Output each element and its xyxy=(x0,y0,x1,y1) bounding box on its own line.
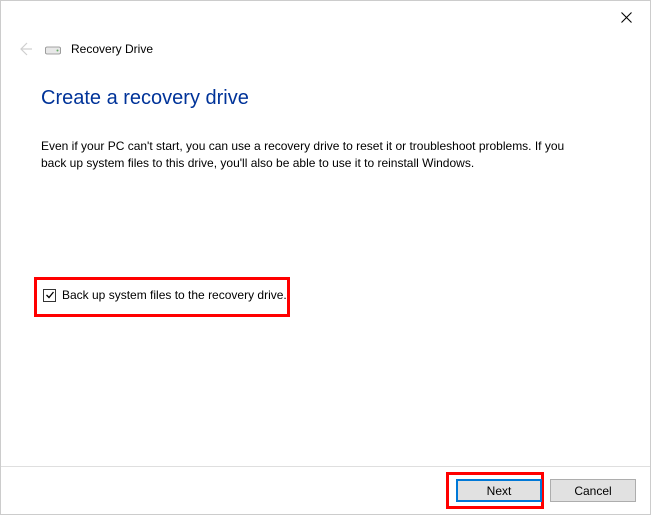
checkmark-icon xyxy=(45,290,55,300)
content-area: Create a recovery drive Even if your PC … xyxy=(41,87,610,173)
page-heading: Create a recovery drive xyxy=(41,87,610,110)
button-bar: Next Cancel xyxy=(1,467,650,514)
cancel-button[interactable]: Cancel xyxy=(550,479,636,502)
backup-checkbox-row: Back up system files to the recovery dri… xyxy=(43,288,287,302)
header-row: Recovery Drive xyxy=(15,39,153,59)
close-button[interactable] xyxy=(602,1,650,33)
recovery-drive-wizard: Recovery Drive Create a recovery drive E… xyxy=(0,0,651,515)
back-button xyxy=(15,39,35,59)
next-button[interactable]: Next xyxy=(456,479,542,502)
drive-icon xyxy=(45,43,61,55)
backup-checkbox-label: Back up system files to the recovery dri… xyxy=(62,288,287,302)
description-text: Even if your PC can't start, you can use… xyxy=(41,138,581,173)
close-icon xyxy=(621,12,632,23)
header-title: Recovery Drive xyxy=(71,42,153,56)
titlebar xyxy=(1,1,650,37)
backup-checkbox[interactable] xyxy=(43,289,56,302)
back-arrow-icon xyxy=(16,40,34,58)
